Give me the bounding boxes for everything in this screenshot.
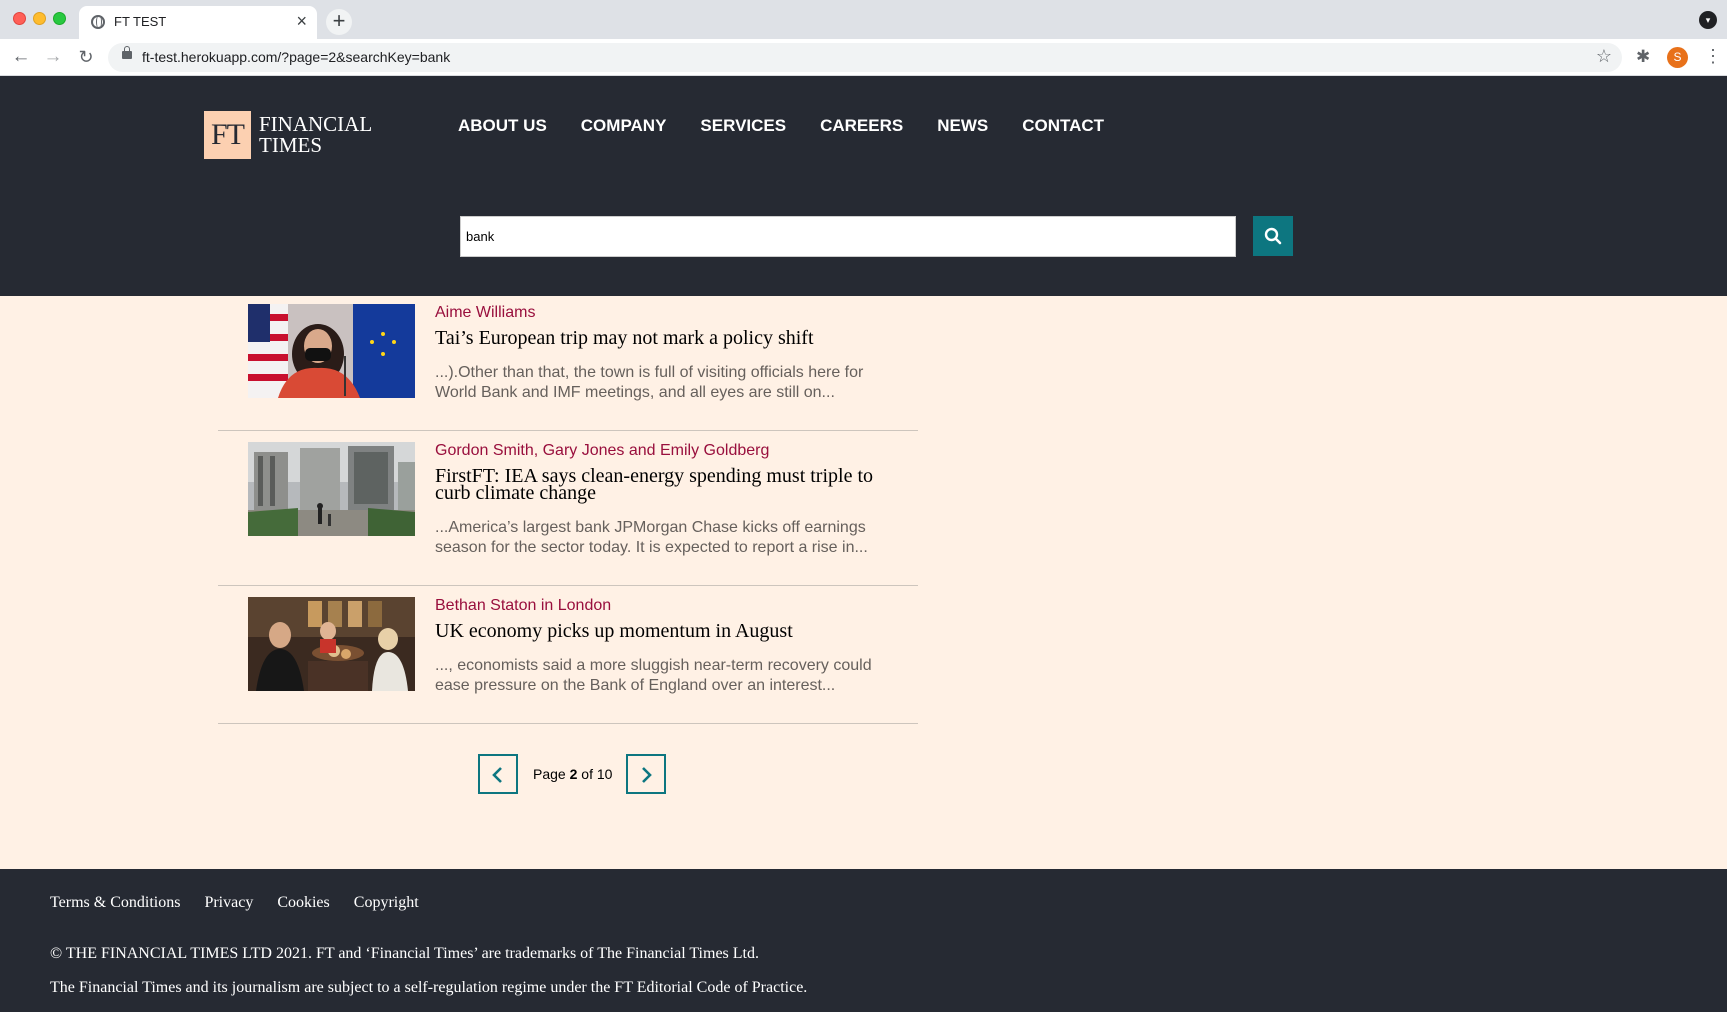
nav-news[interactable]: NEWS: [937, 116, 988, 136]
profile-avatar[interactable]: S: [1667, 47, 1688, 68]
close-icon[interactable]: ×: [296, 11, 307, 31]
address-bar[interactable]: ft-test.herokuapp.com/?page=2&searchKey=…: [108, 43, 1622, 72]
nav-about-us[interactable]: ABOUT US: [458, 116, 547, 136]
ft-logo-mark: FT: [204, 111, 251, 159]
ft-logo-text: FINANCIAL TIMES: [259, 112, 372, 157]
globe-icon: [91, 15, 105, 29]
result-title[interactable]: UK economy picks up momentum in August: [435, 621, 895, 641]
new-tab-button[interactable]: +: [326, 9, 352, 35]
footer-link-cookies[interactable]: Cookies: [277, 894, 329, 912]
nav-company[interactable]: COMPANY: [581, 116, 667, 136]
result-thumbnail[interactable]: [248, 442, 415, 536]
search-button[interactable]: [1253, 216, 1293, 256]
result-snippet: ...America’s largest bank JPMorgan Chase…: [435, 519, 868, 556]
tab-title: FT TEST: [114, 14, 167, 29]
ft-logo[interactable]: FT FINANCIAL TIMES: [204, 111, 379, 159]
main-navigation: ABOUT US COMPANY SERVICES CAREERS NEWS C…: [458, 116, 1138, 136]
result-thumbnail[interactable]: [248, 304, 415, 398]
window-close-button[interactable]: [13, 12, 26, 25]
footer-link-copyright[interactable]: Copyright: [354, 894, 419, 912]
next-page-button[interactable]: [626, 754, 667, 794]
footer-link-privacy[interactable]: Privacy: [204, 894, 253, 912]
previous-page-button[interactable]: [478, 754, 518, 794]
site-header: FT FINANCIAL TIMES ABOUT US COMPANY SERV…: [0, 76, 1727, 296]
nav-services[interactable]: SERVICES: [700, 116, 786, 136]
search-result: Aime Williams Tai’s European trip may no…: [218, 296, 918, 431]
lock-icon: [122, 46, 132, 59]
menu-kebab-icon[interactable]: ⋮: [1704, 45, 1722, 67]
search-result: Gordon Smith, Gary Jones and Emily Goldb…: [218, 431, 918, 586]
tab-search-icon[interactable]: ▾: [1699, 11, 1717, 29]
page-indicator: Page 2 of 10: [533, 766, 612, 782]
browser-toolbar: ← → ↻ ft-test.herokuapp.com/?page=2&sear…: [0, 39, 1727, 76]
bookmark-star-icon[interactable]: ☆: [1596, 46, 1612, 67]
pagination: Page 2 of 10: [478, 754, 667, 794]
result-title[interactable]: FirstFT: IEA says clean-energy spending …: [435, 466, 895, 503]
site-footer: Terms & Conditions Privacy Cookies Copyr…: [0, 869, 1727, 1012]
footer-copyright: © THE FINANCIAL TIMES LTD 2021. FT and ‘…: [50, 945, 759, 962]
footer-link-terms[interactable]: Terms & Conditions: [50, 894, 180, 912]
result-snippet: ...).Other than that, the town is full o…: [435, 364, 864, 401]
page-of: of: [581, 766, 593, 782]
result-title[interactable]: Tai’s European trip may not mark a polic…: [435, 328, 895, 348]
browser-tab-bar: FT TEST × + ▾: [0, 0, 1727, 39]
total-pages: 10: [596, 766, 613, 782]
nav-careers[interactable]: CAREERS: [820, 116, 903, 136]
search-input[interactable]: [460, 216, 1236, 257]
result-author[interactable]: Bethan Staton in London: [435, 597, 611, 615]
window-minimize-button[interactable]: [33, 12, 46, 25]
result-snippet: ..., economists said a more sluggish nea…: [435, 657, 872, 694]
footer-editorial-code: The Financial Times and its journalism a…: [50, 979, 808, 996]
result-author[interactable]: Gordon Smith, Gary Jones and Emily Goldb…: [435, 442, 769, 460]
footer-links: Terms & Conditions Privacy Cookies Copyr…: [50, 894, 443, 912]
search-result: Bethan Staton in London UK economy picks…: [218, 586, 918, 724]
reload-icon[interactable]: ↻: [74, 45, 98, 69]
chevron-right-icon: [642, 767, 653, 783]
back-arrow-icon[interactable]: ←: [9, 45, 33, 69]
window-maximize-button[interactable]: [53, 12, 66, 25]
chevron-left-icon: [492, 767, 502, 783]
page-prefix: Page: [533, 766, 566, 782]
search-icon: [1264, 227, 1282, 245]
extensions-puzzle-icon[interactable]: ✱: [1636, 47, 1650, 67]
nav-contact[interactable]: CONTACT: [1022, 116, 1104, 136]
result-thumbnail[interactable]: [248, 597, 415, 691]
url-text[interactable]: ft-test.herokuapp.com/?page=2&searchKey=…: [142, 49, 450, 65]
result-author[interactable]: Aime Williams: [435, 304, 535, 322]
forward-arrow-icon[interactable]: →: [41, 45, 65, 69]
current-page: 2: [569, 766, 578, 782]
browser-tab[interactable]: FT TEST ×: [79, 6, 317, 39]
